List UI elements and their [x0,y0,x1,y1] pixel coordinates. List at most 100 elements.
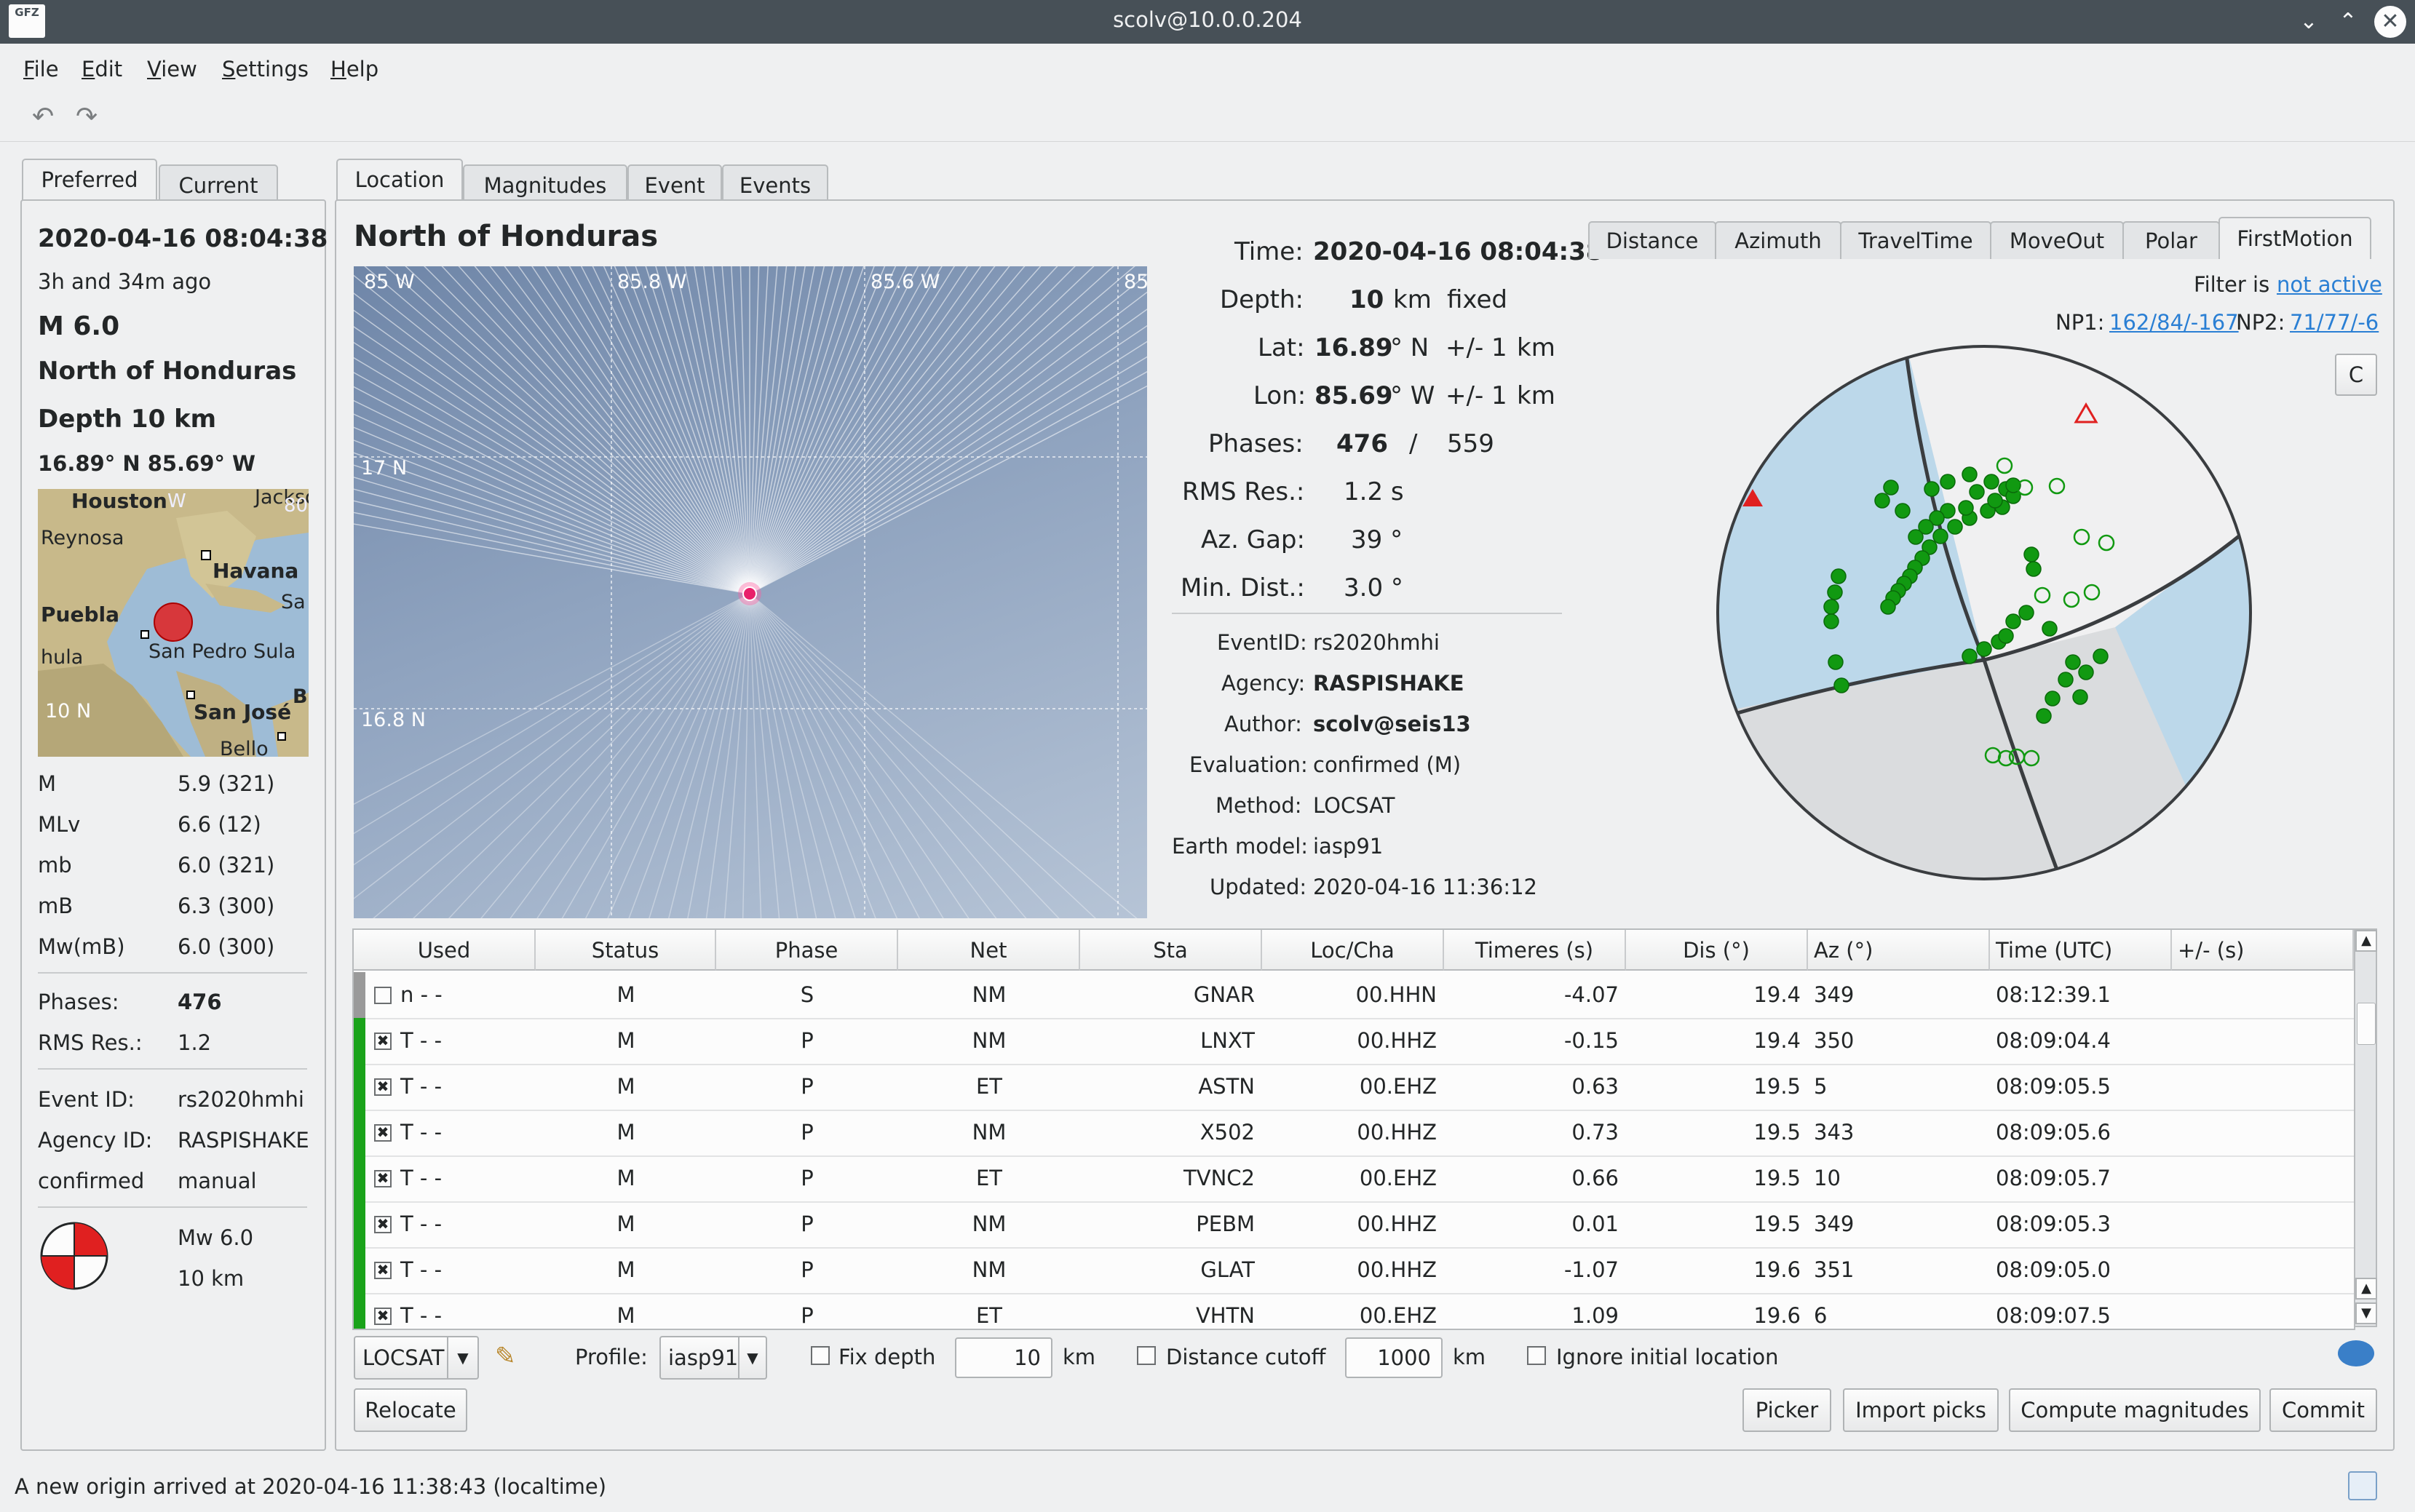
undo-icon[interactable]: ↶ [32,102,54,132]
distance-cutoff-checkbox[interactable] [1137,1346,1156,1365]
menu-help[interactable]: Help [330,57,378,81]
tab-firstmotion[interactable]: FirstMotion [2218,217,2371,259]
column-header-phase[interactable]: Phase [716,930,898,971]
used-checkbox[interactable]: ✖ [374,1078,392,1096]
cell-dis: 19.5 [1753,1074,1801,1099]
scroll-up-arrow-bottom[interactable]: ▲ [2355,1278,2377,1300]
tab-polar[interactable]: Polar [2122,221,2220,259]
ignore-initial-checkbox[interactable] [1527,1346,1546,1365]
table-row[interactable]: n - - M S NM GNAR 00.HHN -4.07 19.4 349 08:12:39.… [354,972,2354,1019]
column-header-time[interactable]: Time (UTC) [1990,930,2172,971]
cell-status: M [616,1257,635,1282]
filter-link[interactable]: not active [2277,272,2382,297]
used-checkbox[interactable]: ✖ [374,1170,392,1187]
tab-preferred[interactable]: Preferred [22,159,157,205]
np2-link[interactable]: 71/77/-6 [2290,310,2379,335]
minimize-icon[interactable]: ⌄ [2293,6,2325,38]
column-header-err[interactable]: +/- (s) [2172,930,2354,971]
author-value: scolv@seis13 [1313,712,1471,736]
cell-loccha: 00.EHZ [1359,1166,1437,1190]
agency-value: RASPISHAKE [1313,671,1464,696]
table-row[interactable]: ✖ T - - M P NM GLAT 00.HHZ -1.07 19.6 351 08:09:05… [354,1247,2354,1294]
cell-time: 08:09:05.3 [1996,1211,2111,1236]
table-row[interactable]: ✖ T - - M P ET TVNC2 00.EHZ 0.66 19.5 10 08:09:05.… [354,1155,2354,1203]
used-checkbox[interactable]: ✖ [374,1032,392,1050]
summary-focal-mag: Mw 6.0 [178,1225,254,1250]
column-header-used[interactable]: Used [354,930,536,971]
used-indicator [354,1155,365,1201]
separator [38,972,307,974]
tab-location[interactable]: Location [336,159,463,205]
summary-coords: 16.89° N 85.69° W [38,451,256,476]
picker-button[interactable]: Picker [1742,1388,1831,1432]
profile-select[interactable]: iasp91 ▼ [659,1336,767,1380]
scroll-thumb[interactable] [2357,1003,2376,1045]
table-scrollbar[interactable]: ▲ ▲ ▼ [2354,928,2377,1327]
menu-edit[interactable]: Edit [82,57,122,81]
cell-net: ET [975,1074,1003,1099]
epicenter-marker [742,586,757,601]
mag-type-3: mB [38,894,74,918]
column-header-net[interactable]: Net [898,930,1080,971]
column-header-status[interactable]: Status [536,930,716,971]
menu-file[interactable]: File [23,57,59,81]
column-header-loccha[interactable]: Loc/Cha [1262,930,1444,971]
cell-status: M [616,1211,635,1236]
cell-phase: P [801,1028,814,1053]
menu-settings[interactable]: Settings [222,57,309,81]
cell-phase: P [801,1257,814,1282]
table-row[interactable]: ✖ T - - M P NM PEBM 00.HHZ 0.01 19.5 349 08:09:05.… [354,1201,2354,1249]
commit-button[interactable]: Commit [2269,1388,2377,1432]
map-lat-16-8n: 16.8 N [361,709,426,731]
corner-button[interactable]: C [2335,354,2377,396]
used-checkbox[interactable]: ✖ [374,1308,392,1325]
scroll-up-arrow[interactable]: ▲ [2355,930,2377,952]
tab-traveltime[interactable]: TravelTime [1840,221,1991,259]
close-icon[interactable]: ✕ [2374,6,2406,38]
cell-phase: P [801,1211,814,1236]
table-row[interactable]: ✖ T - - M P NM LNXT 00.HHZ -0.15 19.4 350 08:09:04… [354,1018,2354,1065]
used-checkbox[interactable]: ✖ [374,1262,392,1279]
table-row[interactable]: ✖ T - - M P ET ASTN 00.EHZ 0.63 19.5 5 08:09:05.5 [354,1064,2354,1111]
cell-sta: ASTN [1198,1074,1255,1099]
menu-view[interactable]: View [147,57,197,81]
distance-cutoff-label: Distance cutoff [1166,1345,1326,1369]
distance-cutoff-input[interactable]: 1000 [1345,1337,1443,1378]
cell-net: ET [975,1303,1003,1328]
used-checkbox[interactable] [374,987,392,1004]
relocate-button[interactable]: Relocate [354,1388,467,1432]
chat-bubble-icon[interactable] [2338,1340,2374,1366]
maximize-icon[interactable]: ⌃ [2332,6,2364,38]
lat-err: +/- 1 [1446,333,1507,362]
column-header-sta[interactable]: Sta [1080,930,1262,971]
used-checkbox[interactable]: ✖ [374,1124,392,1142]
column-header-az[interactable]: Az (°) [1808,930,1990,971]
cell-sta: TVNC2 [1183,1166,1255,1190]
fix-depth-checkbox[interactable] [811,1346,830,1365]
scroll-down-arrow[interactable]: ▼ [2355,1302,2377,1324]
updated-value: 2020-04-16 11:36:12 [1313,875,1537,899]
mag-value-3: 6.3 (300) [178,894,275,918]
column-header-dis[interactable]: Dis (°) [1626,930,1808,971]
tab-distance[interactable]: Distance [1588,221,1716,259]
chevron-down-icon: ▼ [738,1337,766,1378]
cell-phase: P [801,1166,814,1190]
tab-moveout[interactable]: MoveOut [1990,221,2124,259]
tab-azimuth[interactable]: Azimuth [1715,221,1841,259]
np1-link[interactable]: 162/84/-167 [2109,310,2239,335]
updated-label: Updated: [1210,875,1307,899]
column-header-timeres[interactable]: Timeres (s) [1444,930,1626,971]
connection-icon[interactable] [2348,1471,2377,1500]
import-picks-button[interactable]: Import picks [1843,1388,1999,1432]
cell-err [2178,1064,2352,1110]
map-label-havana: Havana [213,559,299,583]
locator-select[interactable]: LOCSAT ▼ [354,1336,479,1380]
used-checkbox[interactable]: ✖ [374,1216,392,1233]
compute-magnitudes-button[interactable]: Compute magnitudes [2009,1388,2261,1432]
redo-icon[interactable]: ↷ [76,102,98,132]
wrench-icon[interactable]: ✎ [495,1342,516,1371]
mag-value-0: 5.9 (321) [178,771,275,796]
table-row[interactable]: ✖ T - - M P ET VHTN 00.EHZ 1.09 19.6 6 08:09:07.5 [354,1293,2354,1329]
table-row[interactable]: ✖ T - - M P NM X502 00.HHZ 0.73 19.5 343 08:09:05.… [354,1110,2354,1157]
fix-depth-input[interactable]: 10 [955,1337,1052,1378]
